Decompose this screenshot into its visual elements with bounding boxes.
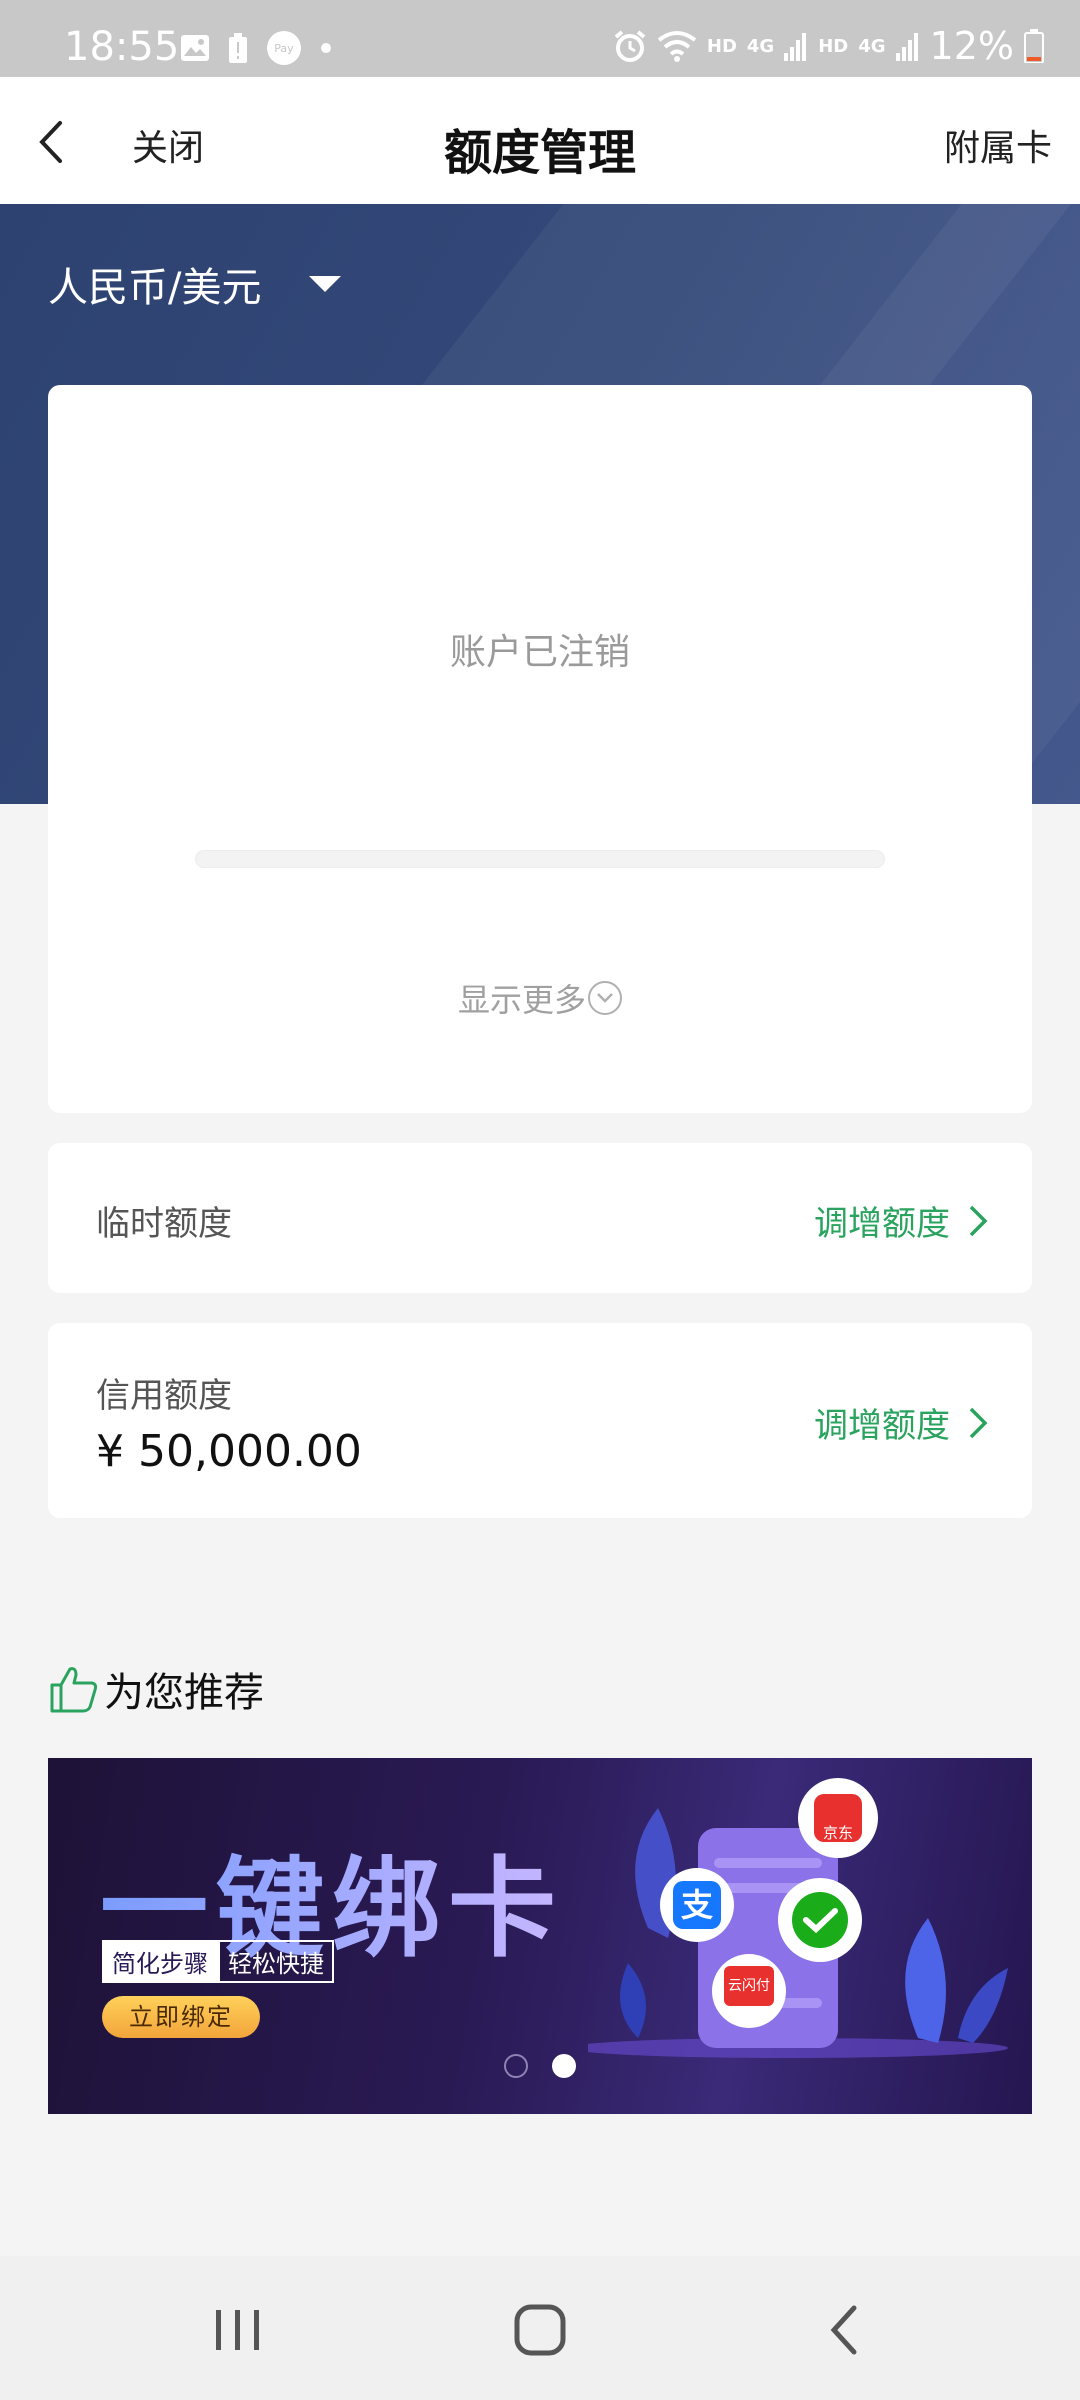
supplementary-card-button[interactable]: 附属卡 (944, 119, 1052, 171)
recommend-heading: 为您推荐 (48, 1660, 264, 1718)
back-icon[interactable] (816, 2300, 876, 2360)
image-icon (181, 35, 209, 61)
battery-alert-icon (229, 33, 247, 63)
alipay-app-icon: 支 (660, 1868, 734, 1942)
yunshanfu-app-label: 云闪付 (724, 1966, 774, 2006)
promo-banner[interactable]: 一键绑卡 简化步骤 轻松快捷 立即绑定 京东 支 云闪付 (48, 1758, 1032, 2114)
temp-limit-card[interactable]: 临时额度 调增额度 (48, 1143, 1032, 1293)
credit-limit-increase-button[interactable]: 调增额度 (814, 1398, 988, 1447)
credit-limit-label: 信用额度 (96, 1376, 232, 1416)
currency-selector[interactable]: 人民币/美元 (48, 255, 342, 313)
dot-icon (321, 43, 331, 53)
temp-limit-label: 临时额度 (96, 1204, 232, 1244)
pay-icon: Pay (267, 31, 301, 65)
status-time: 18:55 (64, 24, 180, 70)
recent-apps-icon[interactable] (208, 2300, 268, 2360)
wifi-icon (657, 31, 697, 62)
jd-app-label: 京东 (814, 1794, 862, 1842)
chevron-right-icon (969, 1205, 988, 1236)
caret-down-icon (309, 276, 342, 292)
thumbs-up-icon (50, 1667, 98, 1713)
account-status-text: 账户已注销 (449, 632, 630, 673)
show-more-label: 显示更多 (457, 981, 586, 1019)
carousel-dot-1[interactable] (504, 2054, 528, 2078)
status-system-icons: HD 4G HD 4G 12% (613, 24, 1044, 68)
chevron-right-icon (969, 1407, 988, 1438)
signal-icon-1 (784, 33, 807, 61)
credit-limit-card[interactable]: 信用额度 ¥ 50,000.00 调增额度 (48, 1323, 1032, 1518)
hd-label-2: HD (818, 35, 849, 57)
home-icon[interactable] (510, 2300, 570, 2360)
credit-limit-action-label: 调增额度 (814, 1406, 950, 1446)
jd-app-icon: 京东 (798, 1778, 878, 1858)
temp-limit-action-label: 调增额度 (814, 1204, 950, 1244)
account-card: 账户已注销 显示更多 (48, 385, 1032, 1113)
system-nav-bar (0, 2256, 1080, 2400)
battery-icon (1024, 29, 1044, 63)
recommend-title: 为您推荐 (104, 1670, 264, 1716)
carousel-dot-2[interactable] (552, 2054, 576, 2078)
banner-tag-2: 轻松快捷 (218, 1940, 334, 1983)
network-label-1: 4G (746, 35, 775, 57)
credit-limit-amount: ¥ 50,000.00 (96, 1426, 362, 1477)
show-more-button[interactable]: 显示更多 (48, 975, 1032, 1021)
alipay-app-label: 支 (673, 1881, 721, 1929)
wechat-pay-icon (778, 1878, 862, 1962)
hd-label-1: HD (706, 35, 737, 57)
bind-now-button[interactable]: 立即绑定 (102, 1996, 260, 2038)
alarm-icon (614, 30, 646, 62)
signal-icon-2 (895, 33, 918, 61)
svg-text:Pay: Pay (274, 42, 294, 55)
banner-tag-1: 简化步骤 (102, 1940, 218, 1983)
status-notification-icons: Pay (180, 30, 332, 66)
page-title: 额度管理 (443, 125, 636, 181)
temp-limit-increase-button[interactable]: 调增额度 (814, 1196, 988, 1245)
network-label-2: 4G (858, 35, 886, 57)
status-bar: 18:55 Pay HD 4G HD 4G 12% (0, 0, 1080, 77)
nav-bar: 关闭 额度管理 附属卡 (0, 77, 1080, 204)
credit-usage-bar (195, 850, 885, 868)
yunshanfu-app-icon: 云闪付 (712, 1954, 786, 2028)
currency-label: 人民币/美元 (48, 265, 262, 311)
chevron-down-circle-icon (588, 981, 622, 1015)
wechat-check-icon (792, 1892, 848, 1948)
battery-percent: 12% (929, 24, 1014, 68)
banner-tags: 简化步骤 轻松快捷 (102, 1940, 334, 1983)
